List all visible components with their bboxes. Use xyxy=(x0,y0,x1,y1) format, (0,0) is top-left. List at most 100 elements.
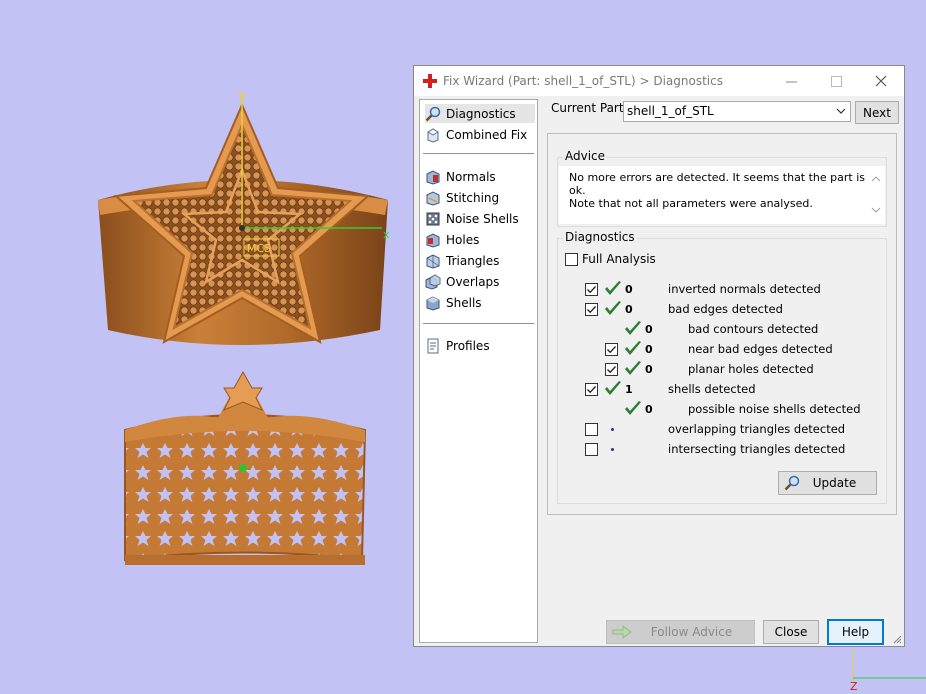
nav-item-normals[interactable]: Normals xyxy=(425,167,535,186)
diagnostic-checkbox[interactable] xyxy=(585,423,598,436)
nav-label-triangles: Triangles xyxy=(446,253,500,268)
diagnostics-panel: Advice No more errors are detected. It s… xyxy=(547,133,897,515)
minimize-icon xyxy=(785,81,797,82)
normals-icon xyxy=(426,169,440,185)
nav-item-overlaps[interactable]: Overlaps xyxy=(425,272,535,291)
checkmark-icon xyxy=(607,366,616,374)
magnifier-icon xyxy=(425,106,441,121)
update-button[interactable]: Update xyxy=(778,471,877,495)
diagnostic-checkbox[interactable] xyxy=(585,303,598,316)
diagnostic-checkbox[interactable] xyxy=(585,443,598,456)
nav-item-noise-shells[interactable]: Noise Shells xyxy=(425,209,535,228)
advice-group: Advice No more errors are detected. It s… xyxy=(557,149,887,227)
holes-icon xyxy=(426,232,440,248)
window-title: Fix Wizard (Part: shell_1_of_STL) > Diag… xyxy=(443,74,723,88)
diagnostic-label: overlapping triangles detected xyxy=(668,422,846,436)
csys-label: MCS xyxy=(247,242,271,255)
diagnostics-title: Diagnostics xyxy=(563,230,637,244)
overlaps-icon xyxy=(425,273,441,290)
nav-item-stitching[interactable]: Stitching xyxy=(425,188,535,207)
diagnostic-label: intersecting triangles detected xyxy=(668,442,846,456)
corner-axis-label: Z xyxy=(850,680,858,691)
scroll-down-icon[interactable] xyxy=(871,206,881,214)
diagnostic-count: 0 xyxy=(645,403,653,416)
diagnostic-label: shells detected xyxy=(668,382,756,396)
profiles-icon xyxy=(427,338,439,353)
diagnostic-checkbox[interactable] xyxy=(585,383,598,396)
close-button[interactable]: Close xyxy=(763,620,819,644)
diagnostic-checkbox[interactable] xyxy=(605,343,618,356)
noise-shells-icon xyxy=(426,212,440,225)
resize-grip-icon[interactable] xyxy=(892,634,902,644)
magnifier-icon xyxy=(784,475,800,491)
checkmark-icon xyxy=(587,286,596,294)
next-button-label: Next xyxy=(863,105,891,120)
follow-advice-label: Follow Advice xyxy=(650,625,733,639)
diagnostic-count: 0 xyxy=(645,343,653,356)
fix-wizard-dialog: Fix Wizard (Part: shell_1_of_STL) > Diag… xyxy=(413,65,905,647)
nav-label-diagnostics: Diagnostics xyxy=(446,106,516,121)
full-analysis-checkbox[interactable] xyxy=(565,253,578,266)
green-check-icon xyxy=(605,281,621,295)
advice-line-2: Note that not all parameters were analys… xyxy=(569,197,813,210)
green-check-icon xyxy=(605,381,621,395)
advice-line-1: No more errors are detected. It seems th… xyxy=(569,171,866,197)
title-bar[interactable]: Fix Wizard (Part: shell_1_of_STL) > Diag… xyxy=(414,66,904,96)
diagnostic-label: near bad edges detected xyxy=(688,342,833,356)
shells-icon xyxy=(426,295,440,311)
diagnostic-count: 0 xyxy=(625,283,633,296)
nav-label-normals: Normals xyxy=(446,169,496,184)
nav-item-combined-fix[interactable]: Combined Fix xyxy=(425,125,535,144)
diagnostic-count: 1 xyxy=(625,383,633,396)
diagnostic-checkbox[interactable] xyxy=(585,283,598,296)
triangles-icon xyxy=(426,253,440,269)
combined-fix-icon xyxy=(427,127,439,143)
nav-label-holes: Holes xyxy=(446,232,480,247)
green-check-icon xyxy=(625,341,641,355)
close-window-button[interactable] xyxy=(866,70,896,92)
nav-item-diagnostics[interactable]: Diagnostics xyxy=(425,104,535,123)
maximize-button[interactable] xyxy=(821,70,851,92)
axis-x-label: x xyxy=(383,228,390,241)
nav-item-shells[interactable]: Shells xyxy=(425,293,535,312)
nav-label-shells: Shells xyxy=(446,295,482,310)
nav-label-overlaps: Overlaps xyxy=(446,274,500,289)
diagnostic-count: 0 xyxy=(645,323,653,336)
green-check-icon xyxy=(625,361,641,375)
green-check-icon xyxy=(625,401,641,415)
nav-item-profiles[interactable]: Profiles xyxy=(425,336,535,355)
nav-label-noise-shells: Noise Shells xyxy=(446,211,519,226)
nav-item-holes[interactable]: Holes xyxy=(425,230,535,249)
maximize-icon xyxy=(830,75,842,87)
nav-item-triangles[interactable]: Triangles xyxy=(425,251,535,270)
green-check-icon xyxy=(625,321,641,335)
diagnostic-count: 0 xyxy=(625,303,633,316)
diagnostic-label: bad edges detected xyxy=(668,302,783,316)
nav-separator xyxy=(423,323,534,324)
current-part-value: shell_1_of_STL xyxy=(627,104,714,118)
full-analysis-label: Full Analysis xyxy=(582,252,656,266)
follow-advice-button[interactable]: Follow Advice xyxy=(606,620,755,644)
diagnostic-label: planar holes detected xyxy=(688,362,814,376)
help-button[interactable]: Help xyxy=(827,619,884,645)
minimize-button[interactable] xyxy=(776,70,806,92)
next-button[interactable]: Next xyxy=(855,101,899,124)
diagnostic-label: possible noise shells detected xyxy=(688,402,861,416)
diagnostic-label: bad contours detected xyxy=(688,322,819,336)
checkmark-icon xyxy=(587,306,596,314)
nav-label-stitching: Stitching xyxy=(446,190,500,205)
axis-y-label: y xyxy=(238,89,245,103)
advice-text-box[interactable]: No more errors are detected. It seems th… xyxy=(559,166,885,224)
scroll-up-icon[interactable] xyxy=(871,175,881,183)
close-icon xyxy=(875,75,887,87)
wizard-nav: Diagnostics Combined Fix Normals Stitchi… xyxy=(419,99,538,643)
advice-message: No more errors are detected. It seems th… xyxy=(569,171,885,210)
current-part-select[interactable]: shell_1_of_STL xyxy=(623,101,851,122)
update-button-label: Update xyxy=(812,476,857,490)
nav-label-profiles: Profiles xyxy=(446,338,490,353)
stitching-icon xyxy=(426,190,440,206)
arrow-right-icon xyxy=(612,625,632,639)
diagnostic-label: inverted normals detected xyxy=(668,282,821,296)
diagnostic-checkbox[interactable] xyxy=(605,363,618,376)
green-check-icon xyxy=(605,301,621,315)
